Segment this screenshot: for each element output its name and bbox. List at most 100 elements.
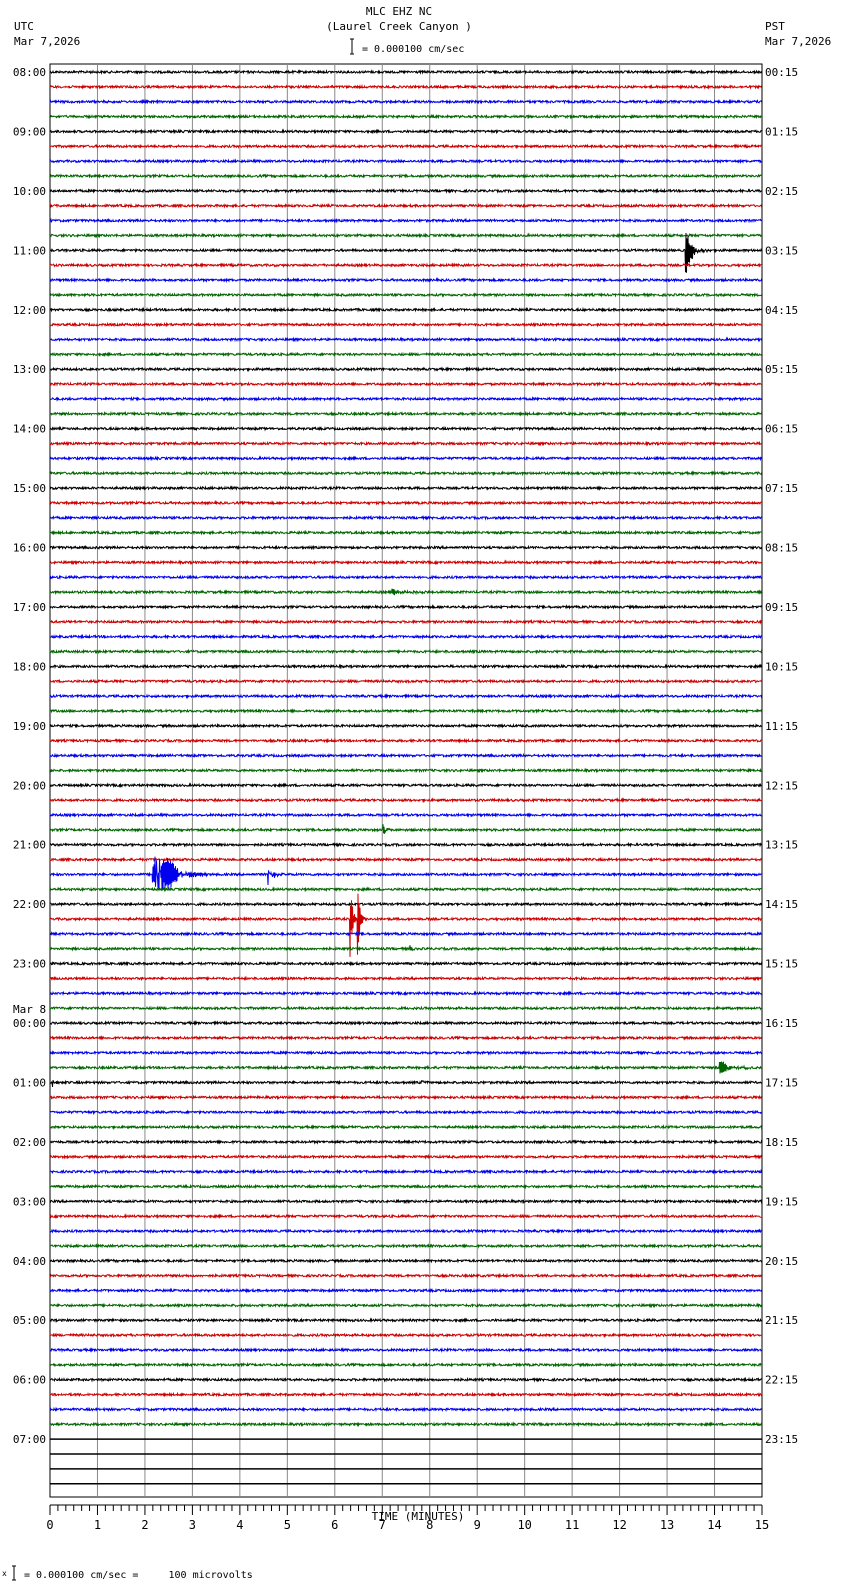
right-hour-label: 13:15 bbox=[765, 839, 798, 852]
right-hour-label: 03:15 bbox=[765, 244, 798, 257]
seismic-trace bbox=[49, 1020, 763, 1027]
chart-title: MLC EHZ NC bbox=[366, 5, 432, 18]
x-tick-label: 1 bbox=[94, 1518, 101, 1532]
right-date: Mar 7,2026 bbox=[765, 35, 831, 48]
seismic-trace bbox=[49, 440, 763, 447]
seismic-trace bbox=[49, 232, 762, 273]
seismic-trace bbox=[49, 737, 763, 744]
seismic-trace bbox=[49, 83, 762, 90]
seismic-trace bbox=[49, 113, 763, 120]
left-hour-label: 17:00 bbox=[13, 601, 46, 614]
x-tick-label: 15 bbox=[755, 1518, 769, 1532]
left-hour-label: 10:00 bbox=[13, 185, 46, 198]
right-hour-label: 04:15 bbox=[765, 304, 798, 317]
seismic-trace bbox=[49, 1302, 763, 1309]
right-hour-label: 14:15 bbox=[765, 898, 798, 911]
seismic-trace bbox=[49, 1332, 763, 1339]
left-hour-label: 00:00 bbox=[13, 1017, 46, 1030]
seismic-trace bbox=[49, 975, 763, 982]
seismic-trace bbox=[49, 470, 763, 477]
right-hour-label: 10:15 bbox=[765, 660, 798, 673]
seismic-trace bbox=[49, 1406, 763, 1413]
seismic-trace bbox=[49, 158, 763, 165]
seismic-trace bbox=[49, 306, 763, 313]
left-hour-label: 09:00 bbox=[13, 125, 46, 138]
seismic-trace bbox=[49, 722, 763, 729]
seismic-trace bbox=[49, 663, 763, 670]
seismic-trace bbox=[49, 856, 763, 891]
right-hour-label: 07:15 bbox=[765, 482, 798, 495]
seismic-trace bbox=[50, 708, 763, 714]
right-hour-label: 06:15 bbox=[765, 423, 798, 436]
right-hour-label: 02:15 bbox=[765, 185, 798, 198]
seismic-trace bbox=[50, 824, 763, 834]
right-hour-label: 16:15 bbox=[765, 1017, 798, 1030]
seismic-trace bbox=[49, 232, 763, 239]
right-hour-label: 18:15 bbox=[765, 1136, 798, 1149]
seismic-trace bbox=[49, 633, 763, 640]
chart-subtitle: (Laurel Creek Canyon ) bbox=[326, 20, 472, 33]
seismic-trace bbox=[49, 381, 763, 388]
seismic-trace bbox=[49, 1213, 763, 1220]
seismic-trace bbox=[49, 1287, 763, 1294]
seismic-trace bbox=[49, 217, 763, 224]
left-hour-label: 02:00 bbox=[13, 1136, 46, 1149]
x-tick-label: 13 bbox=[660, 1518, 674, 1532]
right-hour-label: 00:15 bbox=[765, 66, 798, 79]
seismic-trace bbox=[49, 752, 763, 759]
x-tick-label: 5 bbox=[284, 1518, 291, 1532]
seismic-trace bbox=[49, 276, 763, 284]
x-tick-label: 14 bbox=[707, 1518, 721, 1532]
traces bbox=[49, 69, 763, 1485]
left-hour-label: 19:00 bbox=[13, 720, 46, 733]
seismic-trace bbox=[49, 1391, 763, 1398]
right-hour-label: 21:15 bbox=[765, 1314, 798, 1327]
seismic-trace bbox=[50, 901, 763, 908]
seismic-trace bbox=[49, 529, 763, 536]
right-hour-label: 17:15 bbox=[765, 1076, 798, 1089]
x-axis-label: TIME (MINUTES) bbox=[372, 1510, 465, 1523]
seismic-trace bbox=[49, 812, 763, 819]
seismic-trace bbox=[49, 262, 763, 269]
right-hour-label: 22:15 bbox=[765, 1374, 798, 1387]
seismic-trace bbox=[49, 98, 763, 105]
seismic-trace bbox=[49, 1228, 763, 1234]
right-hour-label: 01:15 bbox=[765, 125, 798, 138]
seismic-trace bbox=[49, 574, 763, 581]
left-hour-label: 11:00 bbox=[13, 244, 46, 257]
seismic-trace bbox=[49, 544, 763, 551]
x-tick-label: 11 bbox=[565, 1518, 579, 1532]
seismic-trace bbox=[49, 292, 762, 298]
seismic-trace bbox=[49, 604, 763, 610]
seismic-trace bbox=[49, 990, 763, 997]
seismic-trace bbox=[49, 485, 763, 492]
x-tick-label: 4 bbox=[236, 1518, 243, 1532]
x-tick-label: 2 bbox=[141, 1518, 148, 1532]
left-hour-label: 01:00 bbox=[13, 1076, 46, 1089]
seismic-trace bbox=[50, 425, 763, 432]
seismic-trace bbox=[49, 1257, 763, 1264]
seismic-trace bbox=[49, 930, 763, 937]
seismic-trace bbox=[49, 395, 763, 402]
seismic-trace bbox=[49, 1061, 763, 1074]
seismic-trace bbox=[49, 1109, 763, 1116]
seismic-trace bbox=[49, 321, 763, 328]
left-hour-label: 08:00 bbox=[13, 66, 46, 79]
seismic-trace bbox=[49, 1168, 763, 1175]
left-hour-label: 03:00 bbox=[13, 1195, 46, 1208]
left-hour-label: 12:00 bbox=[13, 304, 46, 317]
left-timezone: UTC bbox=[14, 20, 34, 33]
seismic-trace bbox=[49, 143, 763, 150]
seismic-trace bbox=[49, 1242, 763, 1249]
left-hour-label: 15:00 bbox=[13, 482, 46, 495]
seismic-trace bbox=[49, 648, 763, 655]
seismic-trace bbox=[49, 410, 763, 417]
seismic-trace bbox=[49, 945, 763, 952]
left-hour-label: 16:00 bbox=[13, 542, 46, 555]
left-hour-label: 22:00 bbox=[13, 898, 46, 911]
seismic-trace bbox=[49, 1361, 763, 1368]
left-hour-label: 23:00 bbox=[13, 958, 46, 971]
seismic-trace bbox=[49, 797, 763, 804]
right-hour-label: 05:15 bbox=[765, 363, 798, 376]
footer-scale-bar-icon bbox=[12, 1565, 16, 1581]
